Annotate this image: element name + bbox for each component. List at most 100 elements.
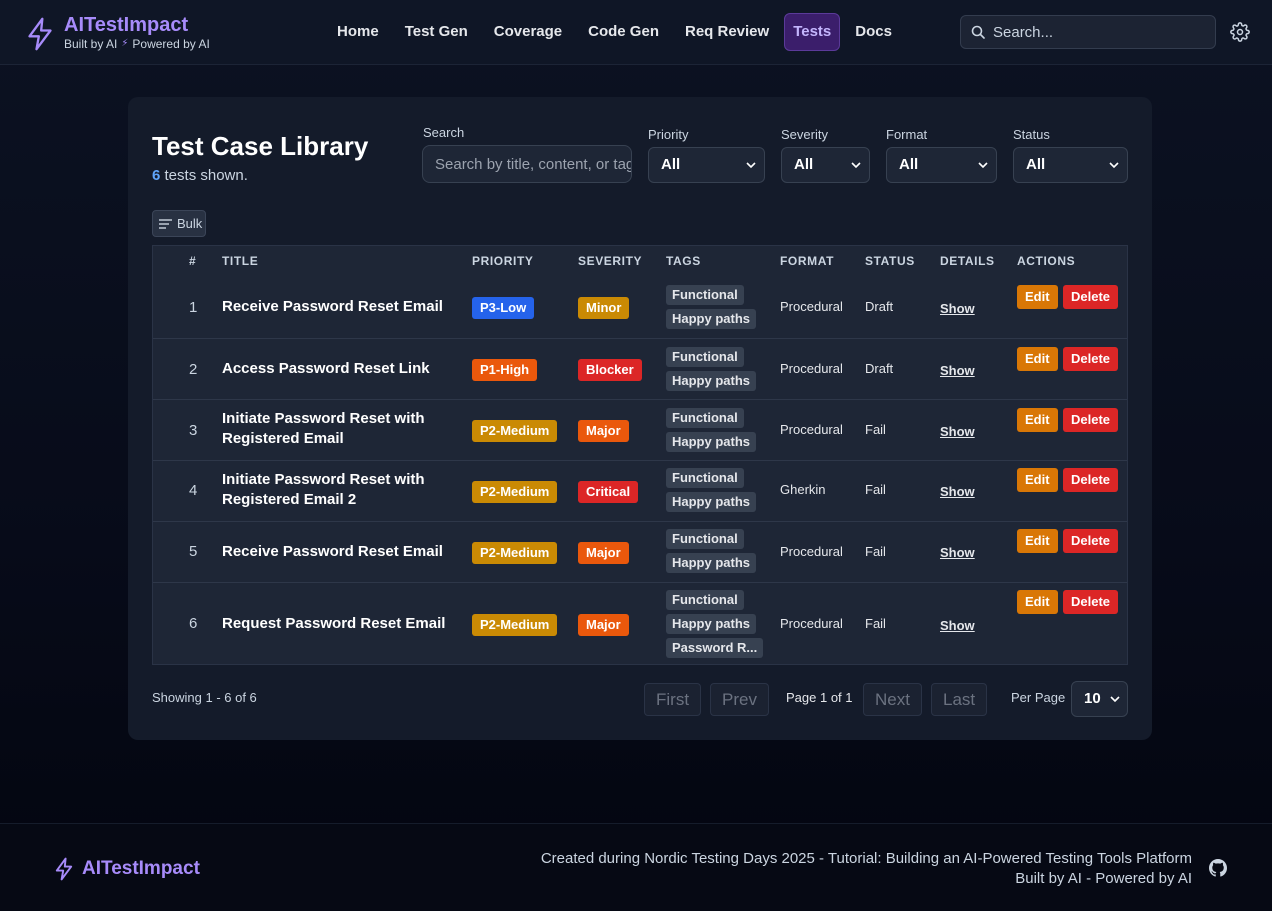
footer-tagline: Built by AI - Powered by AI (1015, 870, 1192, 887)
delete-button[interactable]: Delete (1063, 468, 1119, 492)
nav-tests[interactable]: Tests (784, 13, 841, 51)
global-search-input[interactable] (993, 16, 1208, 48)
page-title: Test Case Library (152, 131, 369, 161)
table-row: 1 Receive Password Reset Email P3-Low Mi… (153, 277, 1127, 338)
app-header: AITestImpact Built by AI ⚡ Powered by AI… (0, 0, 1272, 65)
delete-button[interactable]: Delete (1063, 590, 1119, 614)
bulk-button[interactable]: Bulk (152, 210, 206, 237)
global-search[interactable] (960, 15, 1216, 49)
test-library-card: Test Case Library 6 tests shown. Search … (128, 97, 1152, 740)
brand-tagline-right: Powered by AI (132, 37, 210, 51)
chevron-down-icon (1110, 696, 1120, 703)
edit-button[interactable]: Edit (1017, 285, 1058, 309)
delete-button[interactable]: Delete (1063, 529, 1119, 553)
footer-credit: Created during Nordic Testing Days 2025 … (540, 850, 1192, 867)
column-header-priority[interactable]: PRIORITY (472, 254, 533, 268)
tag-chip: Happy paths (666, 309, 757, 329)
table-row: 5 Receive Password Reset Email P2-Medium… (153, 521, 1127, 582)
delete-button[interactable]: Delete (1063, 285, 1119, 309)
tag-chip: Functional (666, 347, 744, 367)
show-details-link[interactable]: Show (940, 363, 975, 378)
row-status: Fail (865, 482, 886, 497)
per-page-value: 10 (1084, 690, 1101, 707)
row-title: Initiate Password Reset with Registered … (222, 471, 425, 508)
edit-button[interactable]: Edit (1017, 347, 1058, 371)
row-index: 3 (189, 422, 198, 439)
nav-code-gen[interactable]: Code Gen (577, 13, 670, 51)
format-filter-select[interactable]: All (886, 147, 997, 183)
severity-badge: Minor (578, 297, 630, 319)
edit-button[interactable]: Edit (1017, 468, 1058, 492)
show-details-link[interactable]: Show (940, 618, 975, 633)
status-filter-value: All (1026, 156, 1046, 173)
severity-filter-value: All (794, 156, 814, 173)
nav-coverage[interactable]: Coverage (483, 13, 573, 51)
show-details-link[interactable]: Show (940, 484, 975, 499)
last-page-button[interactable]: Last (931, 683, 988, 716)
severity-badge: Critical (578, 481, 639, 503)
row-index: 4 (189, 482, 198, 499)
lightning-bolt-icon (55, 857, 73, 881)
footer-brand-title: AITestImpact (82, 858, 200, 879)
priority-filter-select[interactable]: All (648, 147, 765, 183)
priority-badge: P2-Medium (472, 481, 558, 503)
row-title: Access Password Reset Link (222, 360, 430, 377)
brand-title: AITestImpact (64, 14, 189, 36)
row-index: 2 (189, 361, 198, 378)
first-page-button[interactable]: First (644, 683, 702, 716)
row-title: Receive Password Reset Email (222, 543, 443, 560)
column-header-severity[interactable]: SEVERITY (578, 254, 642, 268)
severity-filter-label: Severity (781, 127, 828, 142)
severity-badge: Major (578, 542, 629, 564)
tag-chip: Happy paths (666, 553, 757, 573)
tag-chip: Happy paths (666, 614, 757, 634)
column-header-status[interactable]: STATUS (865, 254, 915, 268)
show-details-link[interactable]: Show (940, 545, 975, 560)
nav-home[interactable]: Home (326, 13, 390, 51)
show-details-link[interactable]: Show (940, 301, 975, 316)
row-status: Fail (865, 422, 886, 437)
edit-button[interactable]: Edit (1017, 590, 1058, 614)
brand-logo[interactable]: AITestImpact Built by AI ⚡ Powered by AI (26, 14, 210, 52)
delete-button[interactable]: Delete (1063, 408, 1119, 432)
column-header-tags: TAGS (666, 254, 701, 268)
priority-filter-value: All (661, 156, 681, 173)
search-icon (971, 25, 985, 39)
row-index: 1 (189, 299, 198, 316)
severity-badge: Major (578, 420, 629, 442)
brand-tagline-left: Built by AI (64, 37, 118, 51)
tag-chip: Functional (666, 590, 744, 610)
edit-button[interactable]: Edit (1017, 529, 1058, 553)
delete-button[interactable]: Delete (1063, 347, 1119, 371)
tag-chip: Password R... (666, 638, 764, 658)
search-filter-label: Search (423, 125, 465, 140)
priority-badge: P3-Low (472, 297, 535, 319)
footer-brand[interactable]: AITestImpact (54, 857, 200, 881)
column-header-format[interactable]: FORMAT (780, 254, 834, 268)
status-filter-label: Status (1013, 127, 1050, 142)
priority-badge: P1-High (472, 359, 538, 381)
per-page-select[interactable]: 10 (1071, 681, 1128, 717)
github-icon[interactable] (1209, 859, 1227, 877)
row-status: Fail (865, 616, 886, 631)
chevron-down-icon (746, 162, 756, 169)
column-header-actions: ACTIONS (1017, 254, 1076, 268)
edit-button[interactable]: Edit (1017, 408, 1058, 432)
chevron-down-icon (1109, 162, 1119, 169)
column-header-title[interactable]: TITLE (222, 254, 258, 268)
next-page-button[interactable]: Next (863, 683, 922, 716)
column-header-index: # (189, 254, 197, 268)
severity-filter-select[interactable]: All (781, 147, 870, 183)
prev-page-button[interactable]: Prev (710, 683, 769, 716)
tag-chip: Happy paths (666, 492, 757, 512)
nav-req-review[interactable]: Req Review (674, 13, 780, 51)
search-filter-input[interactable] (422, 145, 632, 183)
row-status: Draft (865, 299, 894, 314)
gear-icon[interactable] (1230, 22, 1250, 42)
status-filter-select[interactable]: All (1013, 147, 1128, 183)
showing-range: Showing 1 - 6 of 6 (152, 690, 257, 705)
nav-docs[interactable]: Docs (844, 13, 903, 51)
show-details-link[interactable]: Show (940, 424, 975, 439)
row-format: Procedural (780, 299, 843, 314)
nav-test-gen[interactable]: Test Gen (394, 13, 479, 51)
